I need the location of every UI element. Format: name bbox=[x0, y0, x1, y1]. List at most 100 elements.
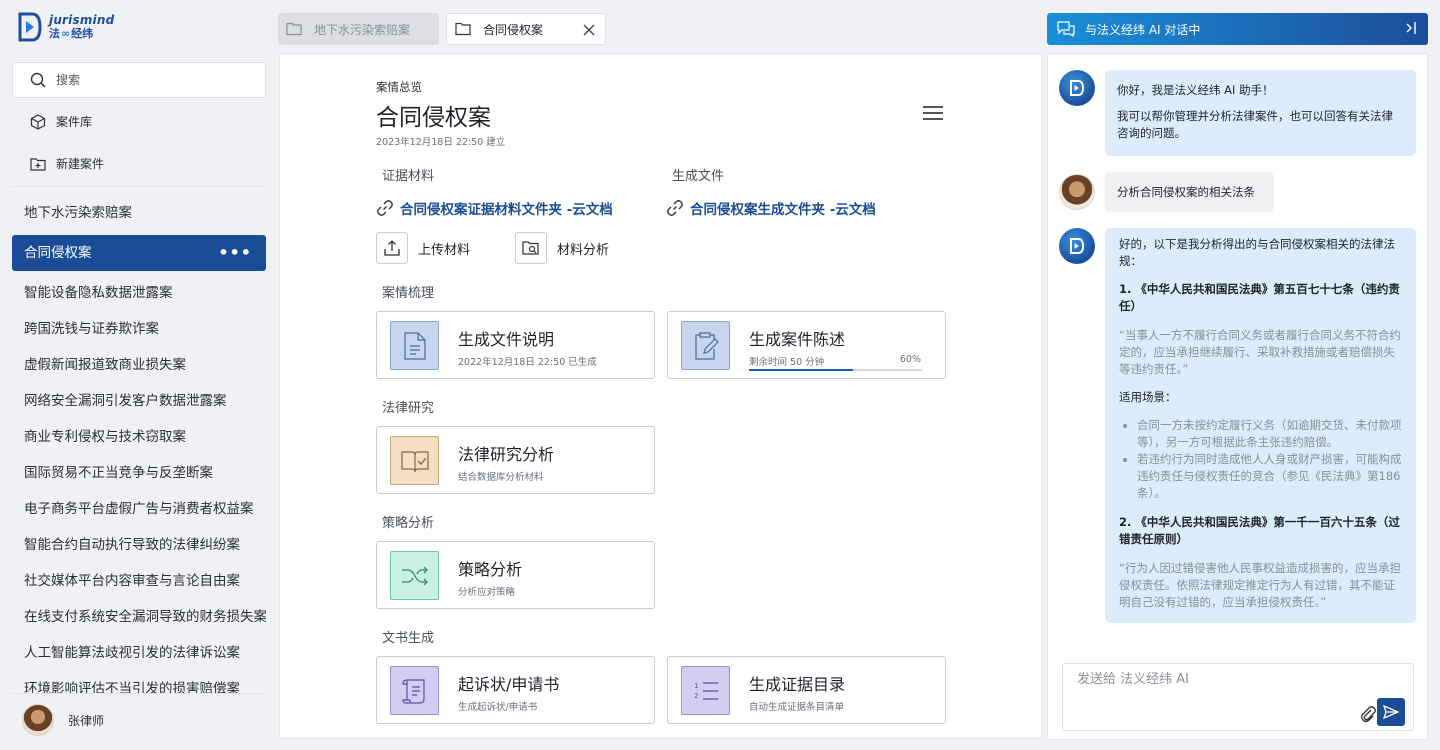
tab-label: 地下水污染索赔案 bbox=[314, 22, 411, 37]
list-item[interactable]: 环境影响评估不当引发的损害赔偿案 bbox=[12, 671, 266, 693]
list-item[interactable]: 电子商务平台虚假广告与消费者权益案 bbox=[12, 491, 266, 527]
analyze-label: 材料分析 bbox=[557, 242, 610, 258]
clipboard-edit-icon bbox=[694, 331, 719, 360]
sidebar: jurismind 法∞经纬 案件库 新建案件 地下水污染索赔案 合同侵权案 •… bbox=[0, 0, 278, 750]
avatar bbox=[22, 704, 54, 736]
chat-header-title: 与法义经纬 AI 对话中 bbox=[1085, 22, 1201, 37]
case-item-active[interactable]: 合同侵权案 ••• bbox=[12, 235, 266, 271]
list-item[interactable]: 人工智能算法歧视引发的法律诉讼案 bbox=[12, 635, 266, 671]
shuffle-icon bbox=[401, 566, 428, 585]
close-icon[interactable] bbox=[583, 24, 595, 36]
tab-groundwater-case[interactable]: 地下水污染索赔案 bbox=[278, 13, 439, 45]
brand-name-cn: 法∞经纬 bbox=[49, 27, 94, 40]
card-title: 生成证据目录 bbox=[749, 675, 846, 694]
strategy-section-label: 策略分析 bbox=[382, 516, 435, 531]
user-profile[interactable]: 张律师 bbox=[22, 704, 104, 736]
logo-icon bbox=[1070, 80, 1085, 96]
docs-section-label: 文书生成 bbox=[382, 631, 435, 646]
case-review-section-label: 案情梳理 bbox=[382, 286, 435, 301]
folder-icon bbox=[286, 22, 302, 36]
logo-icon bbox=[18, 12, 42, 42]
list-item[interactable]: 智能设备隐私数据泄露案 bbox=[12, 275, 266, 311]
chat-composer bbox=[1062, 663, 1414, 731]
card-title: 生成文件说明 bbox=[458, 330, 555, 349]
sidebar-divider bbox=[12, 693, 266, 694]
send-icon bbox=[1383, 704, 1399, 720]
card-subtitle: 2022年12月18日 22:50 已生成 bbox=[458, 357, 597, 368]
cube-icon bbox=[30, 113, 46, 130]
tab-contract-case[interactable]: 合同侵权案 bbox=[446, 13, 606, 45]
ai-avatar bbox=[1059, 228, 1095, 264]
legal-research-section-label: 法律研究 bbox=[382, 401, 435, 416]
generated-folder-link[interactable]: 合同侵权案生成文件夹 -云文档 bbox=[666, 198, 876, 218]
evidence-section-label: 证据材料 bbox=[382, 169, 435, 184]
new-case-button[interactable]: 新建案件 bbox=[30, 155, 104, 172]
list-item[interactable]: 在线支付系统安全漏洞导致的财务损失案 bbox=[12, 599, 266, 635]
more-icon[interactable]: ••• bbox=[218, 245, 252, 261]
link-icon bbox=[377, 200, 393, 216]
evidence-list-card[interactable]: 1 2 生成证据目录 自动生成证据条目清单 bbox=[667, 656, 946, 724]
card-subtitle: 自动生成证据条目清单 bbox=[749, 702, 845, 713]
logo-icon bbox=[1070, 238, 1085, 254]
search-box[interactable] bbox=[12, 62, 266, 98]
svg-text:2: 2 bbox=[694, 692, 698, 700]
paperclip-icon[interactable] bbox=[1359, 705, 1377, 723]
progress-bar bbox=[749, 369, 922, 371]
search-input[interactable] bbox=[56, 73, 236, 87]
case-library-link[interactable]: 案件库 bbox=[30, 113, 92, 130]
list-item[interactable]: 商业专利侵权与技术窃取案 bbox=[12, 419, 266, 455]
tab-label: 合同侵权案 bbox=[483, 22, 544, 37]
list-item[interactable]: 社交媒体平台内容审查与言论自由案 bbox=[12, 563, 266, 599]
card-subtitle: 生成起诉状/申请书 bbox=[458, 702, 538, 713]
complaint-card[interactable]: 起诉状/申请书 生成起诉状/申请书 bbox=[376, 656, 655, 724]
card-title: 策略分析 bbox=[458, 560, 523, 579]
user-name: 张律师 bbox=[68, 713, 105, 728]
list-item[interactable]: 虚假新闻报道致商业损失案 bbox=[12, 347, 266, 383]
progress-fill bbox=[749, 369, 853, 371]
list-item[interactable]: 跨国洗钱与证券欺诈案 bbox=[12, 311, 266, 347]
list-item[interactable]: 网络安全漏洞引发客户数据泄露案 bbox=[12, 383, 266, 419]
legal-research-card[interactable]: 法律研究分析 结合数据库分析材料 bbox=[376, 426, 655, 494]
upload-icon bbox=[384, 240, 400, 256]
case-item-active-label: 合同侵权案 bbox=[24, 245, 92, 261]
card-subtitle: 剩余时间 50 分钟 bbox=[749, 357, 825, 368]
card-subtitle: 分析应对策略 bbox=[458, 587, 516, 598]
card-title: 法律研究分析 bbox=[458, 445, 555, 464]
analyze-material-button[interactable]: 材料分析 bbox=[515, 232, 609, 264]
strategy-card[interactable]: 策略分析 分析应对策略 bbox=[376, 541, 655, 609]
file-description-card[interactable]: 生成文件说明 2022年12月18日 22:50 已生成 bbox=[376, 311, 655, 379]
case-item-pinned[interactable]: 地下水污染索赔案 bbox=[12, 195, 266, 231]
user-message: 分析合同侵权案的相关法条 bbox=[1105, 172, 1274, 212]
case-library-label: 案件库 bbox=[56, 115, 93, 129]
user-avatar bbox=[1059, 174, 1095, 210]
book-check-icon bbox=[400, 450, 429, 472]
case-list: 地下水污染索赔案 合同侵权案 ••• 智能设备隐私数据泄露案 跨国洗钱与证券欺诈… bbox=[12, 195, 266, 693]
brand-logo[interactable]: jurismind 法∞经纬 bbox=[18, 12, 114, 42]
link-icon bbox=[667, 200, 683, 216]
menu-icon[interactable] bbox=[923, 106, 943, 122]
page-title: 合同侵权案 bbox=[376, 105, 491, 131]
search-icon bbox=[30, 72, 46, 88]
progress-percent: 60% bbox=[899, 354, 921, 365]
generated-section-label: 生成文件 bbox=[672, 169, 725, 184]
card-subtitle: 结合数据库分析材料 bbox=[458, 472, 544, 483]
document-icon bbox=[403, 331, 426, 360]
new-case-label: 新建案件 bbox=[56, 157, 105, 171]
list-item[interactable]: 智能合约自动执行导致的法律纠纷案 bbox=[12, 527, 266, 563]
collapse-panel-icon[interactable] bbox=[1404, 20, 1418, 36]
created-time: 2023年12月18日 22:50 建立 bbox=[376, 137, 506, 148]
upload-material-button[interactable]: 上传材料 bbox=[376, 232, 470, 264]
folder-search-icon bbox=[522, 241, 539, 255]
card-title: 起诉状/申请书 bbox=[458, 675, 560, 694]
chat-header: 与法义经纬 AI 对话中 bbox=[1047, 13, 1428, 45]
chat-input[interactable] bbox=[1077, 672, 1377, 687]
list-item[interactable]: 国际贸易不正当竞争与反垄断案 bbox=[12, 455, 266, 491]
folder-add-icon bbox=[30, 157, 46, 171]
ai-message-2: 好的，以下是我分析得出的与合同侵权案相关的法律法规： 1. 《中华人民共和国民法… bbox=[1105, 228, 1416, 623]
sidebar-divider bbox=[12, 186, 266, 187]
evidence-folder-link[interactable]: 合同侵权案证据材料文件夹 -云文档 bbox=[376, 198, 613, 218]
case-statement-card[interactable]: 生成案件陈述 剩余时间 50 分钟 60% bbox=[667, 311, 946, 379]
folder-icon bbox=[455, 22, 471, 36]
send-button[interactable] bbox=[1377, 698, 1405, 726]
svg-text:1: 1 bbox=[694, 682, 698, 690]
